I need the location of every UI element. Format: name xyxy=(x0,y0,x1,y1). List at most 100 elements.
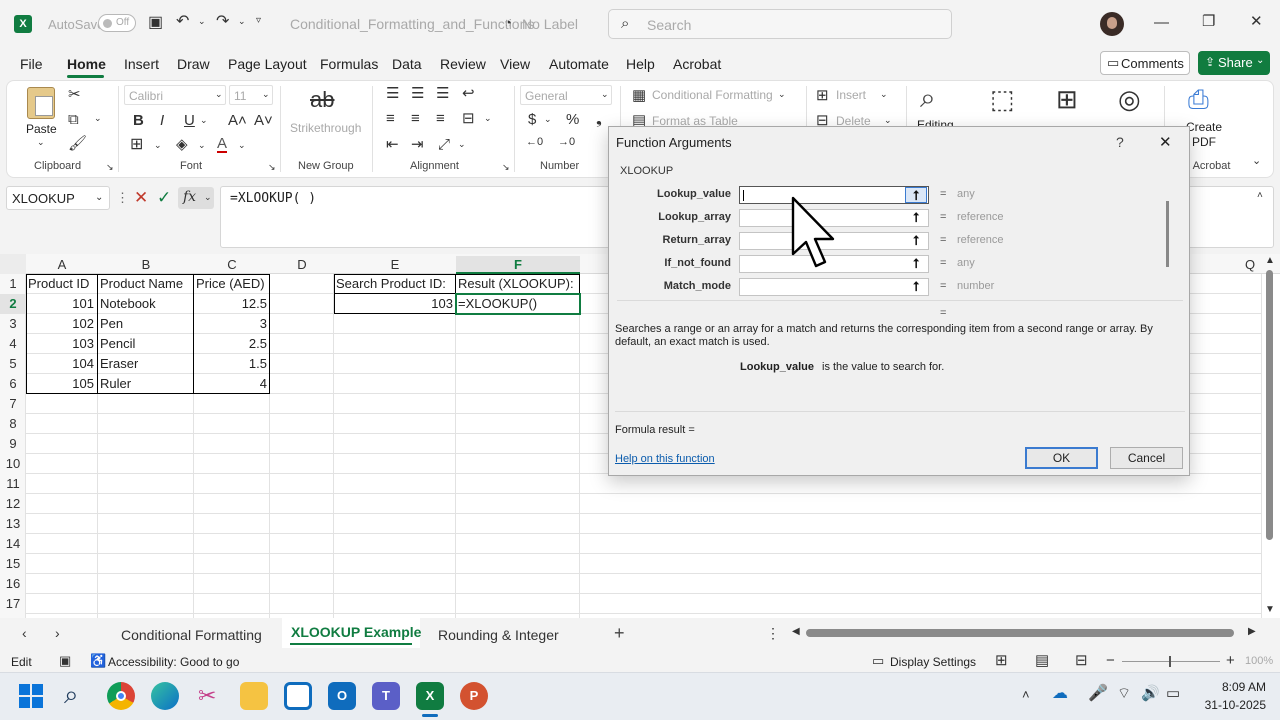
conditional-formatting-icon[interactable]: ▦ xyxy=(632,88,646,103)
next-sheet-icon[interactable]: › xyxy=(55,626,60,640)
windows-start-icon[interactable] xyxy=(19,684,43,708)
save-icon[interactable]: ▣ xyxy=(148,15,163,31)
column-header-f[interactable]: F xyxy=(456,256,580,274)
menu-file[interactable]: File xyxy=(20,56,43,72)
row-header[interactable]: 3 xyxy=(0,314,26,334)
bold-icon[interactable]: B xyxy=(133,113,144,128)
sheet-tab-conditional-formatting[interactable]: Conditional Formatting xyxy=(121,627,262,643)
menu-help[interactable]: Help xyxy=(626,56,655,72)
number-format-select[interactable]: General ⌄ xyxy=(520,85,612,105)
microphone-icon[interactable]: 🎤 xyxy=(1088,686,1108,702)
row-header[interactable]: 2 xyxy=(0,294,26,314)
sensitivity-icon[interactable]: ⬚ xyxy=(990,86,1015,112)
result-formula-cell[interactable]: =XLOOKUP() xyxy=(458,294,537,314)
format-painter-icon[interactable]: 🖌 xyxy=(68,136,87,151)
enter-entry-icon[interactable]: ✓ xyxy=(157,189,171,206)
minimize-icon[interactable]: — xyxy=(1154,15,1169,30)
copy-dropdown-icon[interactable]: ⌄ xyxy=(94,114,102,123)
vertical-scroll-thumb[interactable] xyxy=(1266,270,1273,540)
cell-product-name[interactable]: Notebook xyxy=(100,294,156,314)
page-break-view-icon[interactable]: ⊟ xyxy=(1075,653,1088,668)
strikethrough-label[interactable]: Strikethrough xyxy=(290,121,361,135)
column-header-a[interactable]: A xyxy=(26,256,98,274)
wrap-text-icon[interactable]: ↩ xyxy=(462,86,475,101)
menu-draw[interactable]: Draw xyxy=(177,56,210,72)
redo-dropdown-icon[interactable]: ⌄ xyxy=(238,17,246,26)
menu-review[interactable]: Review xyxy=(440,56,486,72)
editing-search-icon[interactable]: ⌕ xyxy=(920,84,936,112)
decrease-indent-icon[interactable]: ⇤ xyxy=(386,137,399,152)
column-header-q[interactable]: Q xyxy=(1238,256,1262,274)
create-pdf-icon[interactable]: ⎙ xyxy=(1188,86,1209,112)
maximize-icon[interactable]: ❐ xyxy=(1202,14,1215,29)
cell-price[interactable]: 4 xyxy=(194,374,267,394)
cell-product-id[interactable]: 102 xyxy=(26,314,94,334)
addins-icon[interactable]: ⊞ xyxy=(1056,86,1078,112)
cell-product-id[interactable]: 101 xyxy=(26,294,94,314)
align-left-icon[interactable]: ≡ xyxy=(386,111,395,126)
zoom-level[interactable]: 100% xyxy=(1245,655,1273,667)
menu-home[interactable]: Home xyxy=(67,56,106,72)
align-center-icon[interactable]: ≡ xyxy=(411,111,420,126)
row-header[interactable]: 16 xyxy=(0,574,26,594)
cell-product-name[interactable]: Pen xyxy=(100,314,123,334)
sheet-tab-xlookup-example[interactable]: XLOOKUP Example xyxy=(291,624,421,640)
search-label-cell[interactable]: Search Product ID: xyxy=(336,274,446,294)
cut-icon[interactable]: ✂ xyxy=(68,87,81,102)
row-header[interactable]: 11 xyxy=(0,474,26,494)
cell-product-id[interactable]: 103 xyxy=(26,334,94,354)
teams-icon[interactable]: T xyxy=(372,682,400,710)
conditional-formatting-dropdown-icon[interactable]: ⌄ xyxy=(778,90,786,99)
close-icon[interactable]: ✕ xyxy=(1159,133,1172,151)
volume-icon[interactable]: 🔊 xyxy=(1141,686,1160,701)
underline-dropdown-icon[interactable]: ⌄ xyxy=(200,116,208,125)
borders-icon[interactable]: ⊞ xyxy=(130,137,143,153)
row-header[interactable]: 9 xyxy=(0,434,26,454)
row-header[interactable]: 1 xyxy=(0,274,26,294)
onedrive-icon[interactable]: ☁ xyxy=(1052,686,1068,702)
more-options-icon[interactable]: ⋮ xyxy=(116,191,129,204)
collapse-ribbon-icon[interactable]: ⌄ xyxy=(1252,156,1261,167)
collapse-dialog-icon[interactable]: ⭡ xyxy=(905,279,927,295)
comma-style-icon[interactable]: ❟ xyxy=(596,112,602,127)
insert-cells-icon[interactable]: ⊞ xyxy=(816,88,829,103)
cell-price[interactable]: 1.5 xyxy=(194,354,267,374)
page-layout-view-icon[interactable]: ▤ xyxy=(1035,653,1049,668)
snipping-tool-icon[interactable]: ✂ xyxy=(196,682,224,710)
search-taskbar-icon[interactable]: ⌕ xyxy=(64,681,79,707)
search-value-cell[interactable]: 103 xyxy=(334,294,453,314)
file-explorer-icon[interactable] xyxy=(240,682,268,710)
show-hidden-icons-icon[interactable]: ˄ xyxy=(1022,688,1030,701)
menu-formulas[interactable]: Formulas xyxy=(320,56,378,72)
add-sheet-icon[interactable]: + xyxy=(614,624,625,642)
collapse-dialog-icon[interactable]: ⭡ xyxy=(905,233,927,249)
decrease-decimal-icon[interactable]: →0 xyxy=(558,137,575,148)
currency-dropdown-icon[interactable]: ⌄ xyxy=(544,115,552,124)
battery-icon[interactable]: ▭ xyxy=(1166,686,1180,701)
align-top-icon[interactable]: ☰ xyxy=(386,86,399,101)
cell-price[interactable]: 12.5 xyxy=(194,294,267,314)
insert-dropdown-icon[interactable]: ⌄ xyxy=(880,90,888,99)
italic-icon[interactable]: I xyxy=(160,113,164,128)
zoom-in-icon[interactable]: + xyxy=(1226,653,1235,668)
zoom-out-icon[interactable]: − xyxy=(1106,653,1115,668)
row-header[interactable]: 6 xyxy=(0,374,26,394)
column-header-d[interactable]: D xyxy=(270,256,334,274)
row-header[interactable]: 15 xyxy=(0,554,26,574)
sheet-tab-rounding-integer[interactable]: Rounding & Integer xyxy=(438,627,559,643)
share-button[interactable]: ⇪ Share ⌄ xyxy=(1198,51,1270,75)
font-color-dropdown-icon[interactable]: ⌄ xyxy=(238,141,246,150)
menu-insert[interactable]: Insert xyxy=(124,56,159,72)
cell-product-name[interactable]: Ruler xyxy=(100,374,131,394)
close-window-icon[interactable]: ✕ xyxy=(1250,14,1263,29)
undo-icon[interactable]: ↶ xyxy=(176,14,189,30)
collapse-dialog-icon[interactable]: ⭡ xyxy=(905,256,927,272)
merge-center-icon[interactable]: ⊟ xyxy=(462,111,475,126)
insert-cells-label[interactable]: Insert xyxy=(836,88,866,102)
increase-font-icon[interactable]: A˄ xyxy=(228,113,247,128)
outlook-icon[interactable]: O xyxy=(328,682,356,710)
font-launcher-icon[interactable]: ↘ xyxy=(268,163,276,172)
increase-decimal-icon[interactable]: ←0 xyxy=(526,137,543,148)
clipboard-launcher-icon[interactable]: ↘ xyxy=(106,163,114,172)
row-header[interactable]: 5 xyxy=(0,354,26,374)
